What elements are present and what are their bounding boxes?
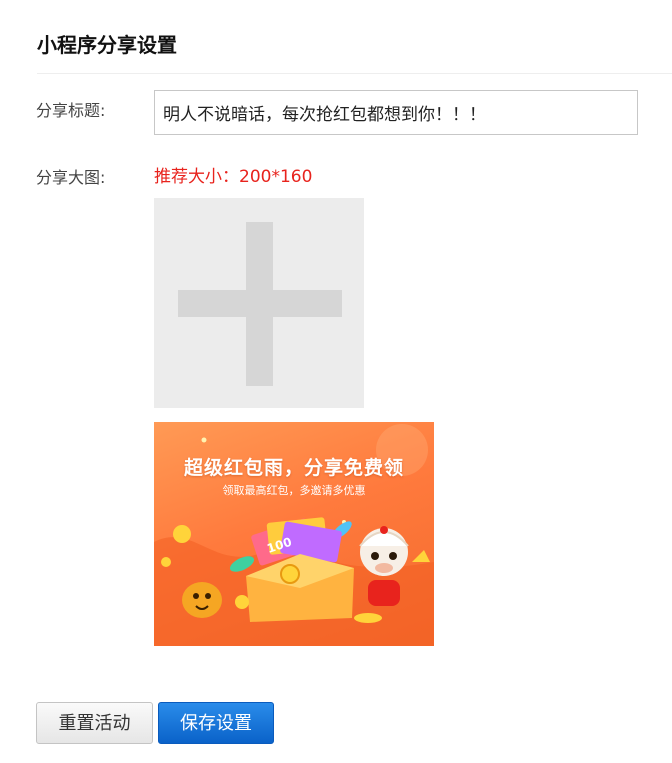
banner-subtext: 领取最高红包，多邀请多优惠 (222, 484, 366, 497)
share-title-label: 分享标题: (36, 101, 106, 120)
monkey-body (368, 580, 400, 606)
plus-icon-bar (178, 290, 342, 317)
image-upload-button[interactable] (154, 198, 364, 408)
sparkle-star (412, 550, 430, 562)
reset-activity-button[interactable]: 重置活动 (36, 702, 153, 744)
section-divider (37, 73, 672, 74)
sparkle (201, 437, 207, 443)
monkey-eye (389, 552, 397, 560)
banner-headline: 超级红包雨，分享免费领 (183, 457, 404, 479)
save-settings-button[interactable]: 保存设置 (158, 702, 274, 744)
share-title-input[interactable] (154, 90, 638, 135)
share-image-preview: 100 超级红包雨，分享免费领 领取最高红包，多邀请多优惠 (154, 422, 434, 646)
magic-lamp (354, 613, 382, 623)
gold-coin (280, 564, 300, 584)
size-hint: 推荐大小：200*160 (154, 167, 313, 187)
gold-coin (235, 595, 249, 609)
gold-coin (173, 525, 191, 543)
section-title: 小程序分享设置 (37, 33, 177, 57)
monkey-eye (371, 552, 379, 560)
mascot-left (182, 582, 222, 618)
monkey-jewel (380, 526, 388, 534)
monkey-mouth (375, 563, 393, 573)
share-settings-page: 小程序分享设置 分享标题: 分享大图: 推荐大小：200*160 100 (0, 0, 672, 763)
monkey-headband (359, 531, 409, 547)
share-image-label: 分享大图: (36, 168, 106, 187)
mascot-eye (205, 593, 211, 599)
mascot-eye (193, 593, 199, 599)
gold-coin (161, 557, 171, 567)
